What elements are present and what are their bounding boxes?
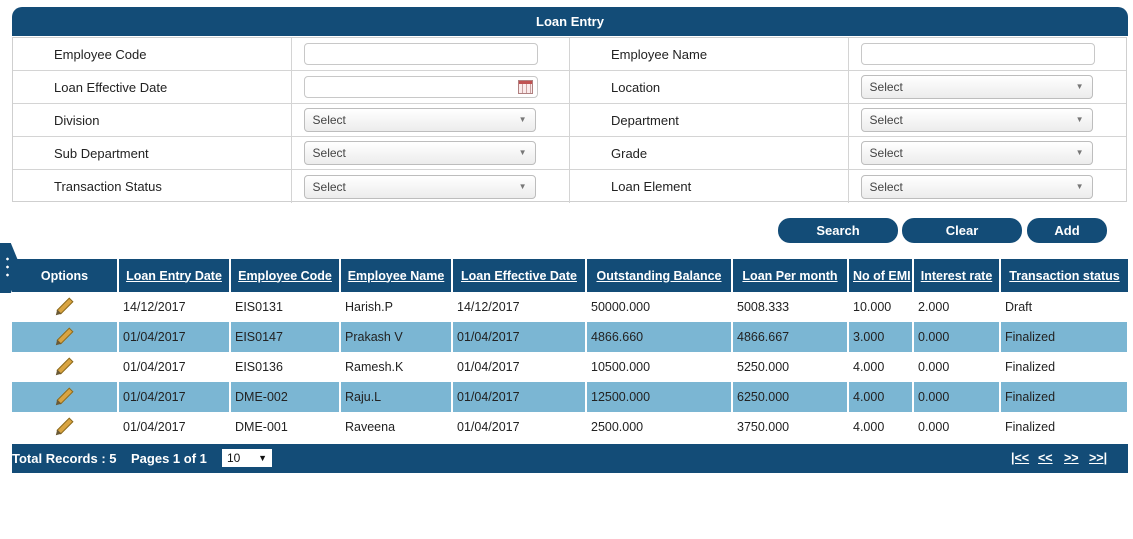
header-outstanding-balance[interactable]: Outstanding Balance (586, 259, 733, 292)
add-button[interactable]: Add (1027, 218, 1107, 243)
table-header-row: Options Loan Entry Date Employee Code Em… (12, 259, 1128, 292)
sub-department-label: Sub Department (54, 145, 149, 161)
grade-label: Grade (611, 145, 648, 161)
header-options: Options (12, 259, 119, 292)
table-row: 01/04/2017 EIS0147 Prakash V 01/04/2017 … (12, 322, 1129, 352)
edit-pencil-icon[interactable] (56, 417, 73, 435)
total-records-label: Total Records : 5 (12, 451, 117, 466)
dropdown-arrow-icon: ▼ (1075, 148, 1084, 157)
loan-effective-date-label: Loan Effective Date (54, 79, 168, 95)
loan-element-label: Loan Element (611, 179, 692, 194)
prev-page-link[interactable]: << (1038, 444, 1053, 473)
form-row-division: Division Select ▼ Department Select ▼ (13, 104, 1126, 137)
location-select[interactable]: Select ▼ (860, 75, 1093, 99)
last-page-link[interactable]: >>| (1089, 444, 1107, 473)
transaction-status-select[interactable]: Select ▼ (303, 174, 536, 199)
sub-department-select[interactable]: Select ▼ (303, 141, 536, 165)
header-interest-rate[interactable]: Interest rate (913, 259, 1001, 292)
header-no-of-emi[interactable]: No of EMI (848, 259, 914, 292)
dropdown-arrow-icon: ▼ (518, 115, 527, 124)
table-row: 01/04/2017 DME-001 Raveena 01/04/2017 25… (12, 412, 1129, 442)
table-row: 01/04/2017 DME-002 Raju.L 01/04/2017 125… (12, 382, 1129, 412)
dropdown-arrow-icon: ▼ (1075, 181, 1084, 191)
loan-element-select[interactable]: Select ▼ (860, 174, 1093, 199)
panel-title: Loan Entry (12, 7, 1128, 36)
division-label: Division (54, 112, 100, 128)
table-row: 01/04/2017 EIS0136 Ramesh.K 01/04/2017 1… (12, 352, 1129, 382)
grade-select[interactable]: Select ▼ (860, 141, 1093, 165)
header-loan-entry-date[interactable]: Loan Entry Date (118, 259, 231, 292)
employee-code-label: Employee Code (54, 46, 147, 62)
calendar-icon[interactable] (517, 80, 533, 94)
form-row-employee: Employee Code Employee Name (13, 38, 1126, 71)
dropdown-arrow-icon: ▼ (1075, 115, 1084, 124)
drag-handle-icon (6, 255, 9, 281)
form-row-transaction-status: Transaction Status Select ▼ Loan Element … (13, 170, 1126, 203)
header-employee-name[interactable]: Employee Name (340, 259, 453, 292)
dropdown-arrow-icon: ▼ (1075, 82, 1084, 91)
header-transaction-status[interactable]: Transaction status (1000, 259, 1128, 292)
employee-code-input[interactable] (303, 43, 538, 65)
pages-label: Pages 1 of 1 (131, 451, 207, 466)
edit-pencil-icon[interactable] (56, 327, 73, 345)
header-loan-effective-date[interactable]: Loan Effective Date (452, 259, 587, 292)
header-employee-code[interactable]: Employee Code (230, 259, 341, 292)
form-row-sub-department: Sub Department Select ▼ Grade Select ▼ (13, 137, 1126, 170)
edit-pencil-icon[interactable] (56, 297, 73, 315)
table-row: 14/12/2017 EIS0131 Harish.P 14/12/2017 5… (12, 292, 1129, 322)
employee-name-label: Employee Name (611, 46, 708, 62)
location-label: Location (611, 79, 661, 95)
division-select[interactable]: Select ▼ (303, 108, 536, 132)
page-size-select[interactable]: 10 ▼ (222, 449, 272, 467)
loan-entry-table: Options Loan Entry Date Employee Code Em… (12, 259, 1129, 442)
form-row-effective-date: Loan Effective Date Location Select ▼ (13, 71, 1126, 104)
edit-pencil-icon[interactable] (56, 387, 73, 405)
search-button[interactable]: Search (778, 218, 898, 243)
header-loan-per-month[interactable]: Loan Per month (732, 259, 849, 292)
clear-button[interactable]: Clear (902, 218, 1022, 243)
dropdown-arrow-icon: ▼ (518, 148, 527, 157)
next-page-link[interactable]: >> (1064, 444, 1079, 473)
employee-name-input[interactable] (860, 43, 1095, 65)
dropdown-arrow-icon: ▼ (258, 453, 267, 463)
first-page-link[interactable]: |<< (1011, 444, 1029, 473)
department-label: Department (611, 112, 679, 128)
loan-entry-filter-form: Employee Code Employee Name Loan Effecti… (12, 37, 1127, 203)
department-select[interactable]: Select ▼ (860, 108, 1093, 132)
loan-effective-date-input[interactable] (303, 76, 538, 98)
edit-pencil-icon[interactable] (56, 357, 73, 375)
pagination-bar: Total Records : 5 Pages 1 of 1 10 ▼ |<< <… (12, 444, 1128, 473)
transaction-status-label: Transaction Status (54, 179, 162, 194)
dropdown-arrow-icon: ▼ (518, 181, 527, 191)
